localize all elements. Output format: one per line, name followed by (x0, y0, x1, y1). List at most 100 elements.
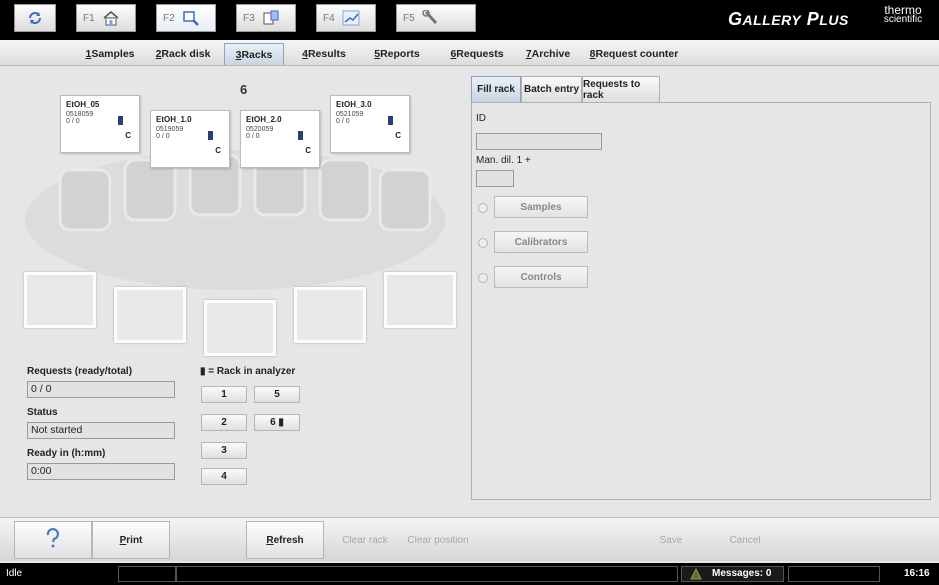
sample-type-code: C (395, 131, 401, 140)
tube-icon (388, 116, 393, 125)
calibrators-button[interactable]: Calibrators (494, 231, 588, 253)
bottom-toolbar: Print Refresh Clear rack Clear position … (0, 517, 939, 561)
search-icon (179, 8, 203, 28)
samples-radio[interactable] (478, 203, 488, 213)
manual-dilution-label: Man. dil. 1 + (476, 155, 531, 166)
samples-button[interactable]: Samples (494, 196, 588, 218)
tab-request-counter[interactable]: 8 Request counter (586, 43, 682, 65)
f2-search-button[interactable]: F2 (156, 4, 216, 32)
tab-rack-disk[interactable]: 2 Rack disk (150, 43, 216, 65)
empty-rack-slot[interactable] (204, 300, 276, 356)
fill-rack-panel: ID Man. dil. 1 + Samples Calibrators Con… (471, 102, 931, 500)
f3-clipboard-button[interactable]: F3 (236, 4, 296, 32)
ready-in-label: Ready in (h:mm) (27, 448, 106, 459)
f2-label: F2 (163, 12, 175, 24)
refresh-fkey[interactable] (14, 4, 56, 32)
brand-part-b: ALLERY (742, 12, 802, 28)
messages-count: Messages: 0 (712, 568, 772, 579)
sample-type-code: C (305, 146, 311, 155)
requests-field: 0 / 0 (27, 381, 175, 398)
main-tab-bar: 1 Samples 2 Rack disk 3 Racks 4 Results … (0, 40, 939, 66)
tab-reports-label: Reports (380, 48, 420, 60)
clear-rack-button[interactable]: Clear rack (330, 521, 400, 559)
cancel-button[interactable]: Cancel (718, 521, 772, 559)
tab-samples[interactable]: 1 Samples (82, 43, 138, 65)
sample-id: 0518059 (66, 111, 94, 118)
tab-batch-entry[interactable]: Batch entry (521, 76, 582, 103)
manual-dilution-input[interactable] (476, 170, 514, 187)
f3-label: F3 (243, 12, 255, 24)
tab-results-label: Results (307, 48, 346, 60)
rack-button-4[interactable]: 4 (201, 468, 247, 485)
rack-button-1[interactable]: 1 (201, 386, 247, 403)
sample-count: 0 / 0 (246, 133, 260, 140)
rack-in-analyzer-legend: ▮ = Rack in analyzer (200, 366, 295, 377)
tube-icon (298, 131, 303, 140)
clear-position-button[interactable]: Clear position (400, 521, 476, 559)
status-field: Not started (27, 422, 175, 439)
calibrators-radio[interactable] (478, 238, 488, 248)
sample-name: EtOH_05 (66, 100, 100, 109)
status-field-1 (118, 566, 176, 582)
tab-fill-rack[interactable]: Fill rack (471, 76, 521, 103)
rack-in-analyzer-icon: ▮ (275, 417, 284, 428)
rack-number: 6 (240, 82, 248, 97)
empty-rack-slot[interactable] (24, 272, 96, 328)
status-bar: Idle Messages: 0 16:16 (0, 563, 939, 585)
sample-type-code: C (125, 131, 131, 140)
f4-chart-button[interactable]: F4 (316, 4, 376, 32)
empty-rack-slot[interactable] (114, 287, 186, 343)
controls-radio[interactable] (478, 273, 488, 283)
brand-part-c: P (806, 9, 820, 29)
print-label: rint (126, 534, 143, 546)
brand-part-d: LUS (819, 12, 849, 28)
f1-home-button[interactable]: F1 (76, 4, 136, 32)
rack-position-card[interactable]: EtOH_1.0 0519059 0 / 0 C (150, 110, 230, 168)
print-key: P (119, 534, 127, 546)
tab-requests-to-rack[interactable]: Requests to rack (582, 76, 660, 103)
clock: 16:16 (904, 568, 930, 579)
brand-part-a: G (728, 9, 743, 29)
print-button[interactable]: Print (92, 521, 170, 559)
clipboard-icon (259, 8, 283, 28)
app-brand: GALLERY PLUS (728, 9, 849, 30)
wrench-icon (419, 8, 443, 28)
rack-button-6[interactable]: 6 ▮ (254, 414, 300, 431)
tab-reports[interactable]: 5 Reports (368, 43, 426, 65)
f5-label: F5 (403, 12, 415, 24)
state-text: Idle (6, 568, 23, 579)
sample-count: 0 / 0 (336, 118, 350, 125)
tab-archive-label: Archive (531, 48, 571, 60)
save-button[interactable]: Save (646, 521, 696, 559)
f5-maintenance-button[interactable]: F5 (396, 4, 476, 32)
tab-requests[interactable]: 6 Requests (444, 43, 510, 65)
tab-archive[interactable]: 7 Archive (520, 43, 576, 65)
controls-button[interactable]: Controls (494, 266, 588, 288)
rack-in-analyzer-label: = Rack in analyzer (208, 366, 296, 377)
empty-rack-slot[interactable] (384, 272, 456, 328)
tab-racks-label: Racks (241, 48, 273, 61)
tab-requests-label: Requests (456, 48, 504, 60)
refresh-button[interactable]: Refresh (246, 521, 324, 559)
help-icon (43, 527, 63, 553)
rack-button-3[interactable]: 3 (201, 442, 247, 459)
help-button[interactable] (14, 521, 92, 559)
status-field-3 (788, 566, 880, 582)
sample-count: 0 / 0 (156, 133, 170, 140)
rack-position-card[interactable]: EtOH_3.0 0521059 0 / 0 C (330, 95, 410, 153)
sample-id: 0521059 (336, 111, 364, 118)
id-input[interactable] (476, 133, 602, 150)
requests-label: Requests (ready/total) (27, 366, 133, 377)
rack-position-card[interactable]: EtOH_05 0518059 0 / 0 C (60, 95, 140, 153)
status-label: Status (27, 407, 58, 418)
tab-racks[interactable]: 3 Racks (224, 43, 284, 65)
rack-position-card[interactable]: EtOH_2.0 0520059 0 / 0 C (240, 110, 320, 168)
sample-name: EtOH_3.0 (336, 100, 372, 109)
empty-rack-slot[interactable] (294, 287, 366, 343)
sample-name: EtOH_1.0 (156, 115, 192, 124)
refresh-icon (23, 8, 47, 28)
rack-button-5[interactable]: 5 (254, 386, 300, 403)
tab-samples-label: Samples (91, 48, 135, 60)
rack-button-2[interactable]: 2 (201, 414, 247, 431)
tab-results[interactable]: 4 Results (296, 43, 352, 65)
